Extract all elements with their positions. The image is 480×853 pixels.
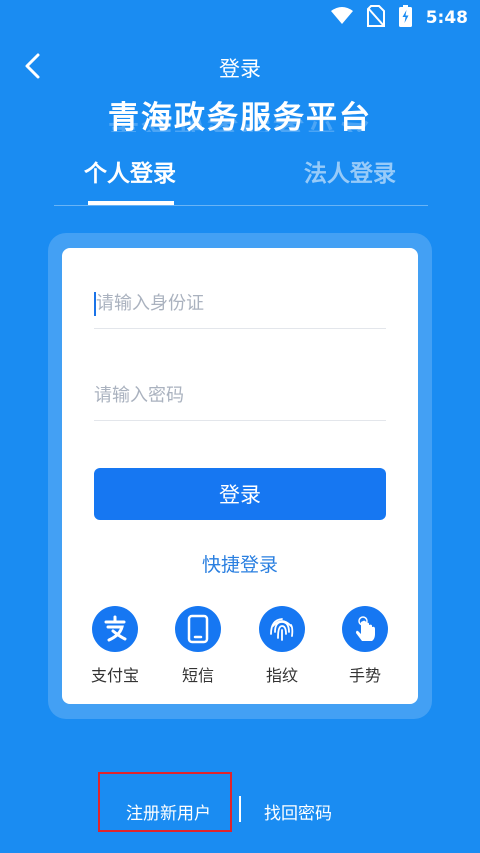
sms-login[interactable]: 短信 [158,606,238,686]
link-divider [239,796,241,822]
wifi-icon [330,7,353,29]
fingerprint-icon [259,606,305,652]
alipay-login[interactable]: 支付宝 [75,606,155,686]
no-sim-icon [366,5,385,31]
fingerprint-label: 指纹 [265,666,298,685]
id-number-input[interactable] [94,283,386,323]
battery-charging-icon [398,5,412,31]
platform-title-reflection-text: 青海政务服务平台 [0,118,480,132]
status-time: 5:48 [425,8,468,28]
sms-label: 短信 [181,666,214,685]
gesture-login[interactable]: 手势 [325,606,405,686]
gesture-hand-icon [342,606,388,652]
gesture-label: 手势 [348,666,381,685]
tab-legal-login[interactable]: 法人登录 [304,154,396,188]
active-tab-indicator [88,201,174,205]
status-bar: 5:48 [0,0,480,36]
password-input[interactable] [94,375,386,415]
tab-personal-login[interactable]: 个人登录 [84,154,176,188]
password-field [94,375,386,421]
bottom-links: 注册新用户 找回密码 [0,796,480,826]
alipay-icon [92,606,138,652]
quick-login-methods: 支付宝 短信 指纹 手势 [62,606,418,686]
quick-login-label: 快捷登录 [201,554,278,576]
header-title: 登录 [219,57,261,81]
recover-password-link[interactable]: 找回密码 [264,799,332,824]
platform-title-reflection: 青海政务服务平台 [0,118,480,132]
alipay-label: 支付宝 [90,666,139,685]
fingerprint-login[interactable]: 指纹 [242,606,322,686]
text-cursor [94,292,96,316]
phone-icon [175,606,221,652]
login-button[interactable]: 登录 [94,468,386,520]
login-tabs: 个人登录 法人登录 [54,148,428,206]
register-highlight-box [98,772,232,832]
login-card: 登录 快捷登录 支付宝 短信 [62,248,418,704]
status-icons: 5:48 [330,5,468,31]
header: 登录 [0,44,480,88]
id-number-field [94,283,386,329]
